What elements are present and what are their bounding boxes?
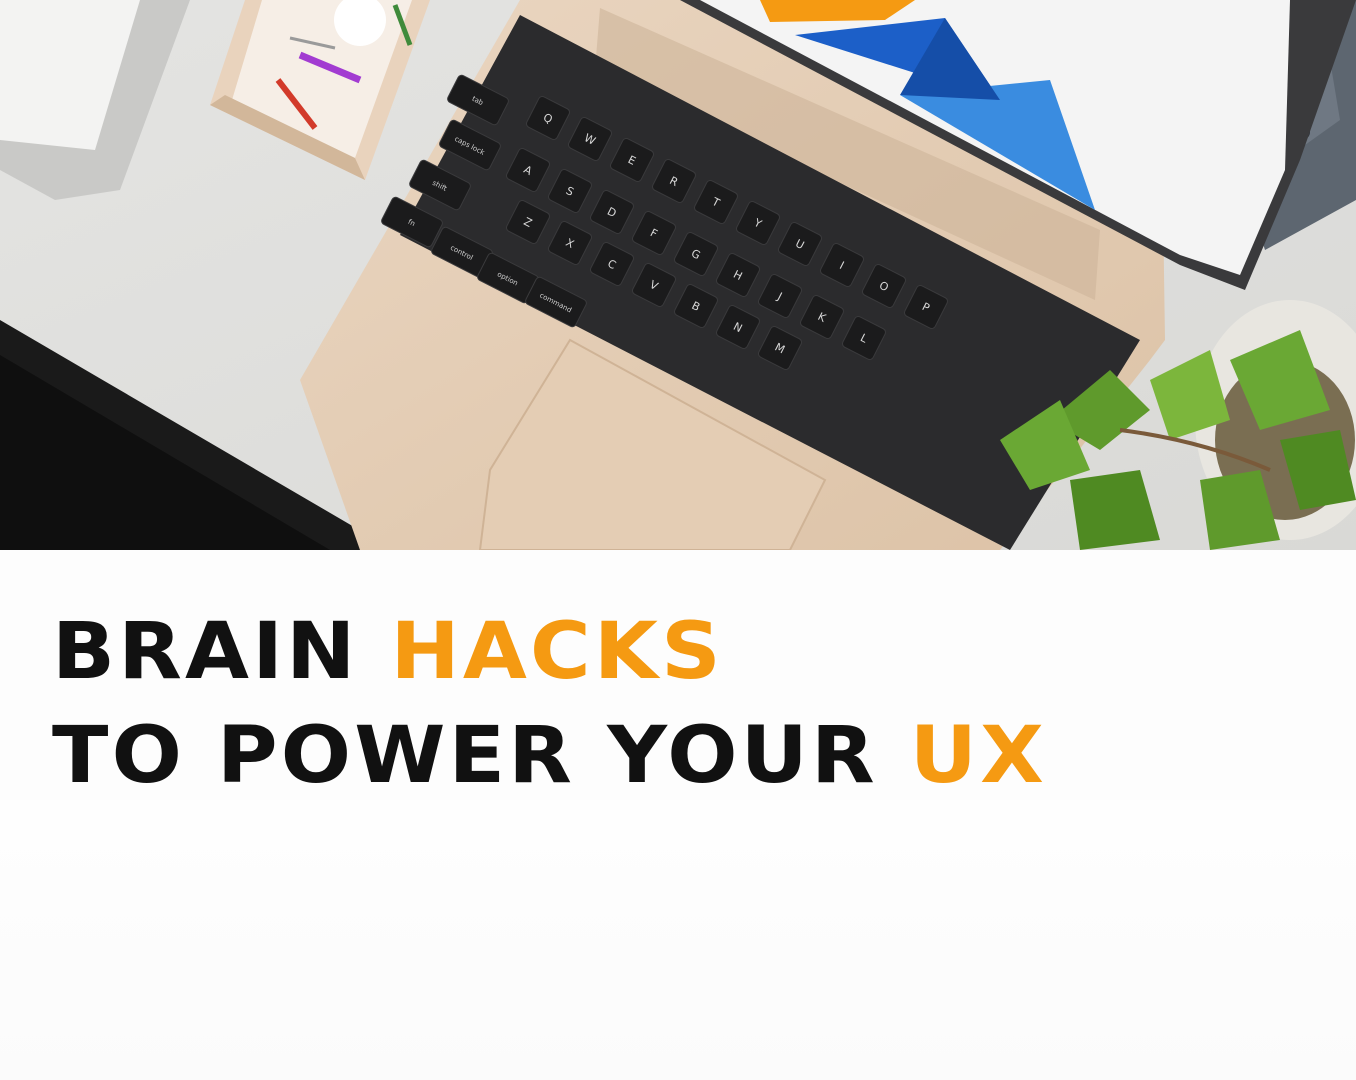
headline-line-2-text: TO POWER YOUR xyxy=(52,711,910,801)
headline: BRAIN HACKS TO POWER YOUR UX xyxy=(52,600,1047,808)
lower-background xyxy=(0,800,1356,1080)
desk-illustration: QWERTYUIOPASDFGHJKLZXCVBNMtabcaps locksh… xyxy=(0,0,1356,550)
headline-line-1-text: BRAIN xyxy=(52,607,391,697)
hero-photo: Q W E R T Y U I O P A S D F G H J K L Z X C V B N Mtab caps lock sh… xyxy=(0,0,1356,550)
headline-line-1: BRAIN HACKS xyxy=(52,600,1047,704)
headline-line-2: TO POWER YOUR UX xyxy=(52,704,1047,808)
headline-accent-hacks: HACKS xyxy=(390,607,724,697)
headline-accent-ux: UX xyxy=(909,711,1048,801)
slide: Q W E R T Y U I O P A S D F G H J K L Z X C V B N Mtab caps lock sh… xyxy=(0,0,1356,1080)
